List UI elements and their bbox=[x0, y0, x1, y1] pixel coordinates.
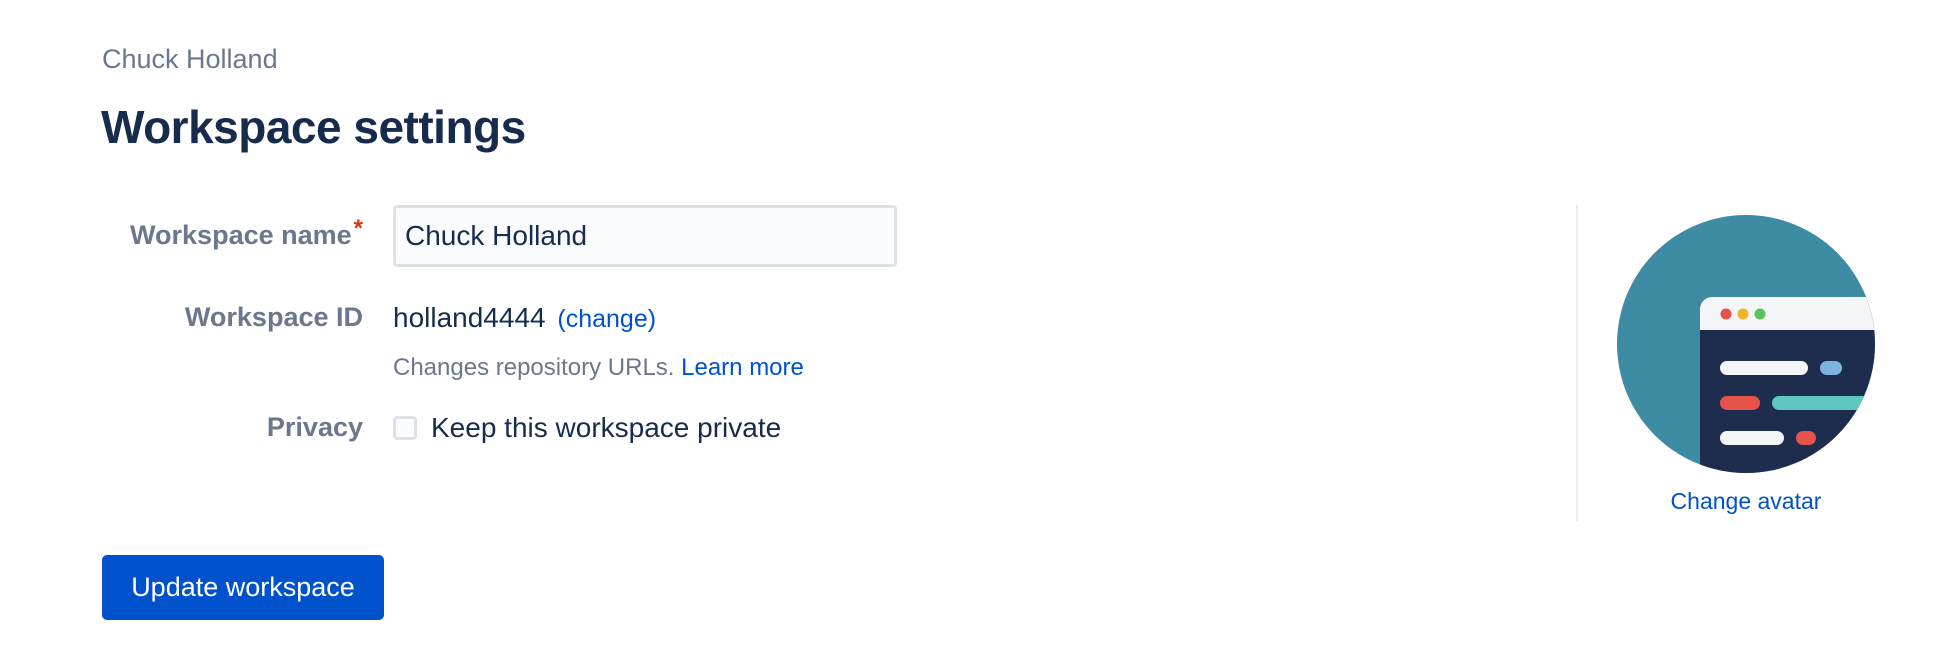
privacy-checkbox[interactable] bbox=[393, 416, 417, 440]
privacy-checkbox-label[interactable]: Keep this workspace private bbox=[431, 410, 781, 446]
vertical-divider bbox=[1576, 205, 1578, 521]
workspace-id-value: holland4444 bbox=[393, 302, 546, 333]
workspace-name-label: Workspace name* bbox=[130, 215, 363, 254]
workspace-id-label: Workspace ID bbox=[184, 302, 363, 332]
page-title: Workspace settings bbox=[101, 101, 526, 153]
change-workspace-id-link[interactable]: (change) bbox=[557, 305, 656, 333]
workspace-id-row: holland4444 (change) bbox=[393, 300, 656, 337]
required-marker: * bbox=[353, 215, 363, 242]
breadcrumb: Chuck Holland bbox=[102, 44, 278, 74]
learn-more-link[interactable]: Learn more bbox=[681, 354, 804, 381]
update-workspace-button[interactable]: Update workspace bbox=[102, 555, 384, 620]
privacy-label: Privacy bbox=[266, 412, 363, 442]
change-avatar-link[interactable]: Change avatar bbox=[1617, 486, 1875, 516]
workspace-id-help: Changes repository URLs. Learn more bbox=[393, 352, 804, 384]
privacy-row: Keep this workspace private bbox=[393, 410, 781, 446]
workspace-id-help-text: Changes repository URLs. bbox=[393, 354, 675, 381]
workspace-avatar-icon[interactable] bbox=[1617, 215, 1875, 473]
workspace-name-input[interactable] bbox=[393, 205, 897, 267]
workspace-name-label-text: Workspace name bbox=[130, 220, 352, 250]
